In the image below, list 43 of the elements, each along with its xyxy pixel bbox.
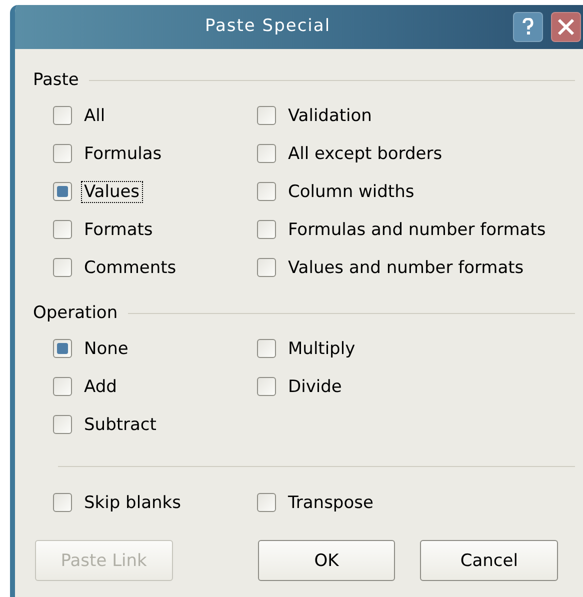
radio-button[interactable] bbox=[257, 339, 276, 358]
radio-button[interactable] bbox=[53, 220, 72, 239]
option-label: All except borders bbox=[287, 142, 444, 164]
option-label: Divide bbox=[287, 376, 343, 398]
radio-button[interactable] bbox=[257, 220, 276, 239]
radio-button[interactable] bbox=[53, 415, 72, 434]
close-icon bbox=[557, 18, 575, 36]
option-label: Values bbox=[81, 180, 143, 202]
window-title: Paste Special bbox=[205, 16, 331, 36]
option-label: Comments bbox=[83, 256, 178, 278]
radio-button[interactable] bbox=[53, 258, 72, 277]
checkbox[interactable] bbox=[257, 493, 276, 512]
group-label: Paste bbox=[33, 70, 79, 90]
radio-button[interactable] bbox=[53, 106, 72, 125]
radio-button[interactable] bbox=[53, 377, 72, 396]
option-label: All bbox=[83, 104, 106, 126]
option-label: Subtract bbox=[83, 414, 158, 436]
checkbox[interactable] bbox=[53, 493, 72, 512]
dialog-button[interactable]: OK bbox=[258, 540, 396, 581]
option-label: Values and number formats bbox=[287, 256, 525, 278]
checkbox-label: Skip blanks bbox=[83, 492, 182, 514]
dialog-button[interactable]: Cancel bbox=[420, 540, 558, 581]
radio-button[interactable] bbox=[257, 377, 276, 396]
option-label: None bbox=[83, 338, 130, 360]
option-label: Formulas bbox=[83, 142, 163, 164]
radio-button[interactable] bbox=[257, 182, 276, 201]
question-mark-icon bbox=[520, 18, 536, 36]
option-label: Add bbox=[83, 376, 118, 398]
radio-button[interactable] bbox=[53, 144, 72, 163]
checkbox-label: Transpose bbox=[287, 492, 374, 514]
option-label: Validation bbox=[287, 104, 373, 126]
help-button[interactable] bbox=[513, 12, 543, 42]
radio-button[interactable] bbox=[257, 258, 276, 277]
radio-button[interactable] bbox=[257, 106, 276, 125]
radio-button[interactable] bbox=[257, 144, 276, 163]
option-label: Multiply bbox=[287, 338, 356, 360]
close-button[interactable] bbox=[551, 12, 581, 42]
option-label: Formulas and number formats bbox=[287, 218, 547, 240]
option-label: Formats bbox=[83, 218, 154, 240]
group-label: Operation bbox=[33, 303, 118, 323]
radio-button[interactable] bbox=[53, 182, 72, 201]
radio-button[interactable] bbox=[53, 339, 72, 358]
option-label: Column widths bbox=[287, 180, 416, 202]
